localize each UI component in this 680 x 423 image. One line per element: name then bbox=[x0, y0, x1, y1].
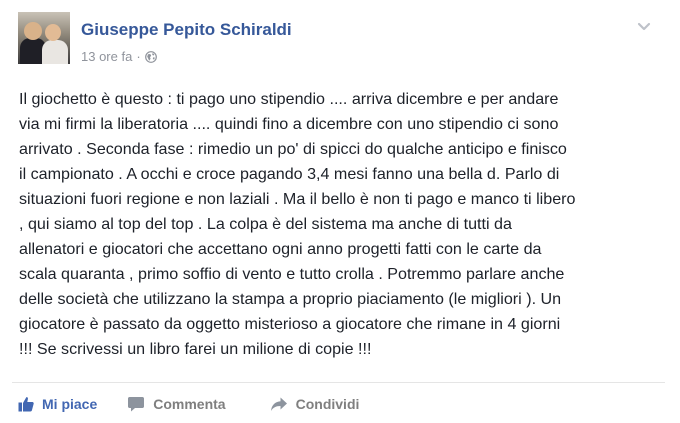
share-icon bbox=[270, 397, 287, 411]
post-actions-bar: Mi piace Commenta Condividi bbox=[18, 393, 387, 415]
globe-icon[interactable] bbox=[144, 50, 157, 63]
post-text: Il giochetto è questo : ti pago uno stip… bbox=[19, 90, 576, 358]
like-label: Mi piace bbox=[42, 396, 98, 412]
avatar[interactable] bbox=[18, 12, 70, 64]
facebook-post: Giuseppe Pepito Schiraldi 13 ore fa · Il… bbox=[0, 0, 680, 423]
comment-button[interactable]: Commenta bbox=[127, 396, 226, 412]
chevron-down-icon[interactable] bbox=[636, 18, 652, 34]
post-timestamp[interactable]: 13 ore fa bbox=[81, 49, 132, 64]
share-button[interactable]: Condividi bbox=[270, 396, 360, 412]
thumbs-up-icon bbox=[18, 397, 34, 412]
comment-label: Commenta bbox=[153, 396, 226, 412]
post-meta: 13 ore fa · bbox=[81, 49, 157, 64]
share-label: Condividi bbox=[295, 396, 360, 412]
author-name[interactable]: Giuseppe Pepito Schiraldi bbox=[81, 20, 292, 40]
post-header: Giuseppe Pepito Schiraldi 13 ore fa · bbox=[18, 12, 658, 68]
like-button[interactable]: Mi piace bbox=[18, 396, 97, 412]
actions-divider bbox=[12, 382, 665, 383]
meta-separator: · bbox=[136, 49, 141, 64]
comment-icon bbox=[128, 397, 145, 412]
